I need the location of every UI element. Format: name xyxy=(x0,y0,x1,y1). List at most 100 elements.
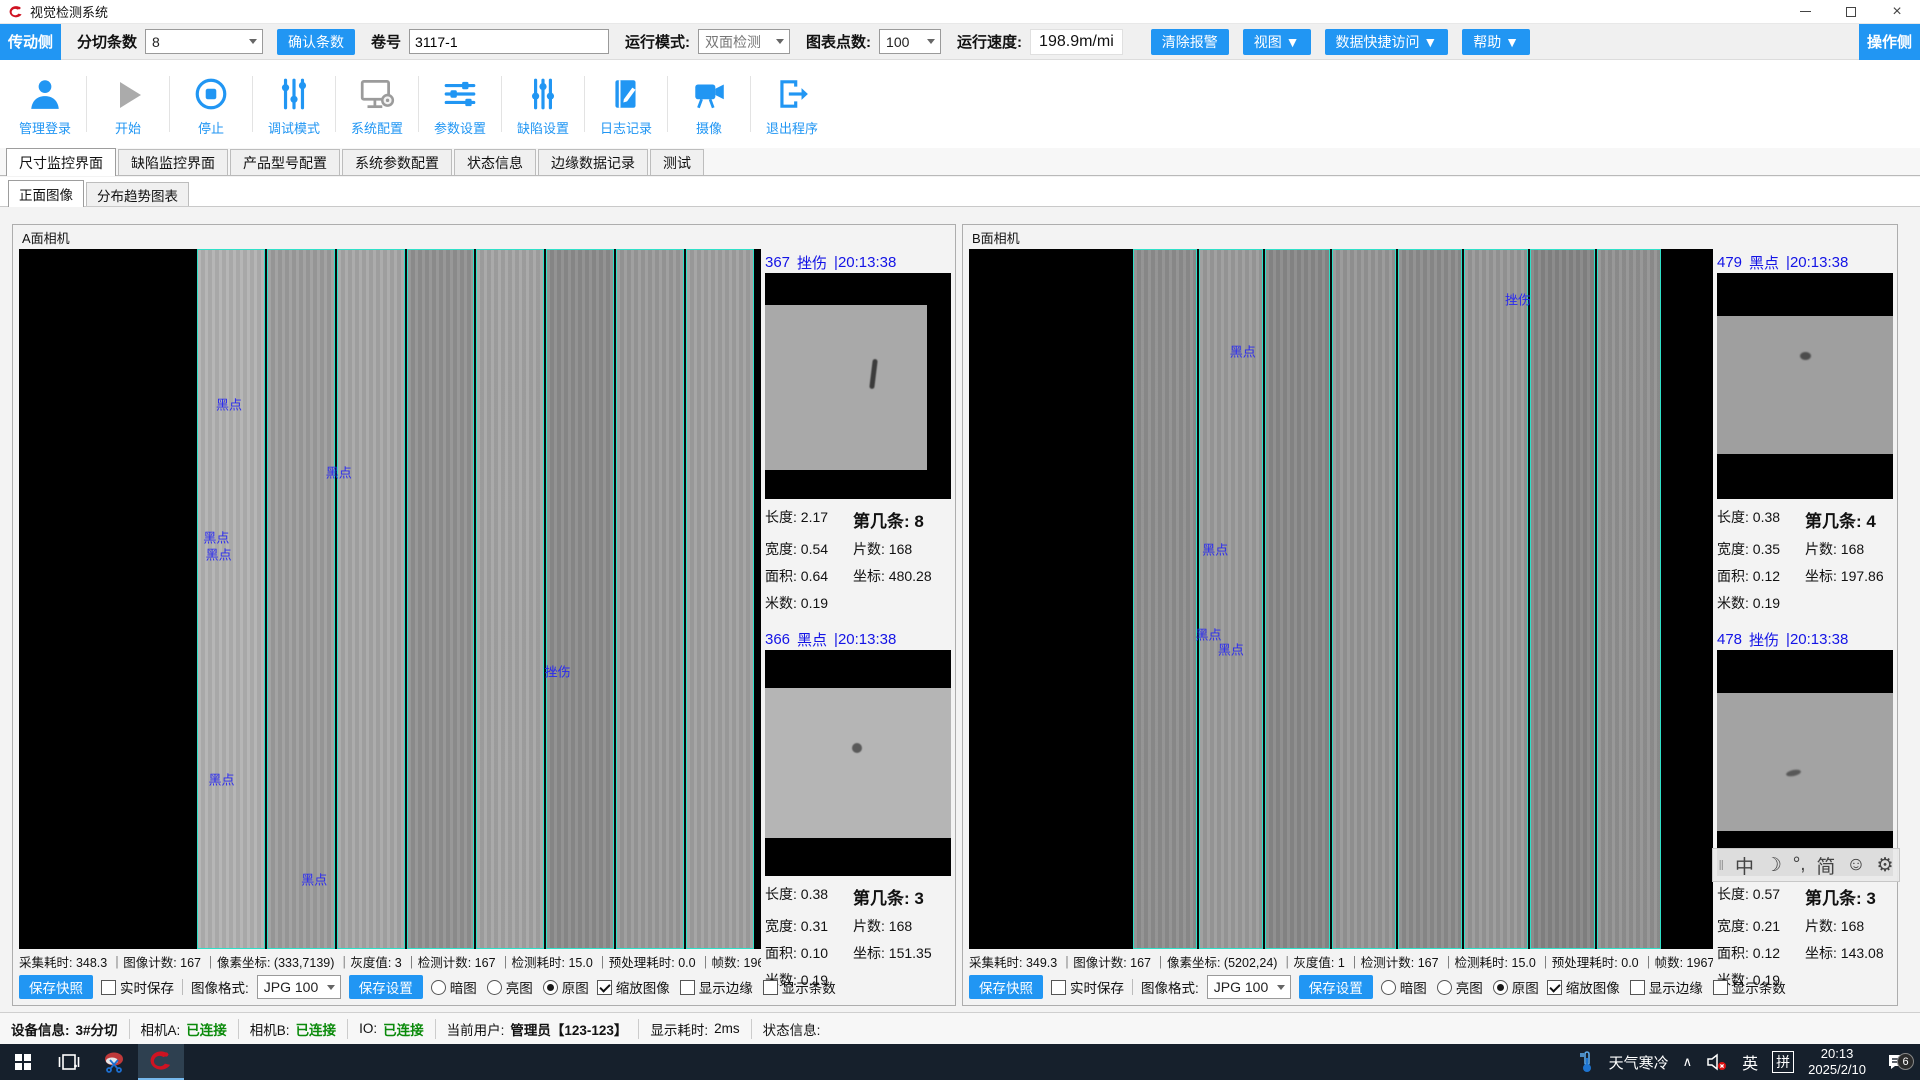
ime-fullmoon-icon[interactable]: ☽ xyxy=(1765,854,1782,877)
main-tab[interactable]: 状态信息 xyxy=(454,149,536,175)
start-button[interactable] xyxy=(0,1044,46,1080)
roll-number-input[interactable] xyxy=(409,29,609,54)
checkbox-option[interactable]: 显示边缘 xyxy=(1630,977,1703,997)
ime-toolbar[interactable]: ‖ 中 ☽ °, 简 ☺ ⚙ xyxy=(1712,848,1900,882)
save-snapshot-button[interactable]: 保存快照 xyxy=(19,975,93,999)
run-mode-select[interactable]: 双面检测 xyxy=(698,29,790,54)
stop-button[interactable]: 停止 xyxy=(170,66,252,142)
divider xyxy=(1132,979,1133,995)
radio-option[interactable]: 暗图 xyxy=(431,977,477,997)
checkbox-box xyxy=(680,980,695,995)
notification-center-button[interactable]: 6 xyxy=(1880,1052,1914,1072)
checkbox-option[interactable]: 显示条数 xyxy=(763,977,836,997)
log-record-button[interactable]: 日志记录 xyxy=(585,66,667,142)
ime-punctuation-toggle[interactable]: °, xyxy=(1793,854,1806,876)
volume-muted-icon[interactable] xyxy=(1706,1052,1728,1072)
thumbnail-material-area xyxy=(1717,316,1893,454)
defect-label-overlay: 黑点黑点黑点黑点挫伤黑点黑点 xyxy=(19,249,761,949)
clear-alarm-button[interactable]: 清除报警 xyxy=(1151,29,1229,55)
main-tab[interactable]: 测试 xyxy=(650,149,704,175)
slit-count-select[interactable]: 8 xyxy=(145,29,263,54)
defect-card[interactable]: 478 挫伤 |20:13:38 长度: 0.57 第几条: 3 宽度: 0.2… xyxy=(1717,628,1893,990)
defect-thumbnail[interactable] xyxy=(1717,273,1893,499)
chart-points-select[interactable]: 100 xyxy=(879,29,941,54)
start-button[interactable]: 开始 xyxy=(87,66,169,142)
defect-label-overlay: 挫伤黑点黑点黑点黑点 xyxy=(969,249,1713,949)
main-tab[interactable]: 缺陷监控界面 xyxy=(118,149,228,175)
defect-settings-button[interactable]: 缺陷设置 xyxy=(502,66,584,142)
realtime-save-checkbox[interactable]: 实时保存 xyxy=(101,977,174,997)
task-view-button[interactable] xyxy=(46,1044,92,1080)
ime-gear-icon[interactable]: ⚙ xyxy=(1876,854,1893,877)
defect-thumbnail[interactable] xyxy=(765,273,951,499)
run-speed-value: 198.9m/mi xyxy=(1030,29,1123,55)
ime-emoji-icon[interactable]: ☺ xyxy=(1846,854,1865,876)
ime-chinese-mode[interactable]: 中 xyxy=(1735,852,1754,879)
close-button[interactable]: × xyxy=(1874,0,1920,23)
checkbox-option[interactable]: 缩放图像 xyxy=(597,977,670,997)
hidden-icons-caret[interactable]: ∧ xyxy=(1683,1054,1693,1070)
capture-button[interactable]: 摄像 xyxy=(668,66,750,142)
debug-mode-button[interactable]: 调试模式 xyxy=(253,66,335,142)
save-settings-button[interactable]: 保存设置 xyxy=(349,975,423,999)
defect-thumbnail[interactable] xyxy=(765,650,951,876)
status-segment: 状态信息: xyxy=(752,1019,838,1039)
main-tab[interactable]: 尺寸监控界面 xyxy=(6,148,116,176)
sub-tab[interactable]: 正面图像 xyxy=(8,180,84,207)
weather-status[interactable]: 天气寒冷 xyxy=(1609,1052,1669,1073)
defect-card[interactable]: 366 黑点 |20:13:38 长度: 0.38 第几条: 3 宽度: 0.3… xyxy=(765,628,951,990)
snipping-app-button[interactable] xyxy=(92,1044,138,1080)
stop-icon xyxy=(193,72,229,112)
param-settings-button[interactable]: 参数设置 xyxy=(419,66,501,142)
radio-option[interactable]: 原图 xyxy=(543,977,589,997)
defect-thumbnail[interactable] xyxy=(1717,650,1893,876)
save-snapshot-button[interactable]: 保存快照 xyxy=(969,975,1043,999)
radio-option[interactable]: 原图 xyxy=(1493,977,1539,997)
camera-a-image-view[interactable]: 黑点黑点黑点黑点挫伤黑点黑点 xyxy=(19,249,761,949)
main-tab[interactable]: 产品型号配置 xyxy=(230,149,340,175)
realtime-save-checkbox[interactable]: 实时保存 xyxy=(1051,977,1124,997)
maximize-button[interactable] xyxy=(1828,0,1874,23)
stat-coordinate: 坐标: 151.35 xyxy=(853,943,951,963)
system-config-button[interactable]: 系统配置 xyxy=(336,66,418,142)
radio-option[interactable]: 暗图 xyxy=(1381,977,1427,997)
defect-card[interactable]: 367 挫伤 |20:13:38 长度: 2.17 第几条: 8 宽度: 0.5… xyxy=(765,251,951,613)
checkbox-option[interactable]: 显示条数 xyxy=(1713,977,1786,997)
image-mode-radios: 暗图亮图原图 xyxy=(431,977,589,997)
confirm-count-button[interactable]: 确认条数 xyxy=(277,29,355,55)
image-format-select[interactable]: JPG 100 xyxy=(1207,975,1291,999)
defect-card[interactable]: 479 黑点 |20:13:38 长度: 0.38 第几条: 4 宽度: 0.3… xyxy=(1717,251,1893,613)
ime-drag-handle[interactable]: ‖ xyxy=(1718,857,1724,873)
view-menu-button[interactable]: 视图 ▼ xyxy=(1243,29,1311,55)
main-tab-strip: 尺寸监控界面缺陷监控界面产品型号配置系统参数配置状态信息边缘数据记录测试 xyxy=(0,148,1920,176)
sub-tab[interactable]: 分布趋势图表 xyxy=(86,182,189,206)
thermometer-icon[interactable] xyxy=(1579,1050,1595,1074)
main-tab[interactable]: 系统参数配置 xyxy=(342,149,452,175)
stat-length: 长度: 2.17 xyxy=(765,507,853,532)
checkbox-box xyxy=(1051,980,1066,995)
defect-position-label: 黑点 xyxy=(209,769,235,788)
save-settings-button[interactable]: 保存设置 xyxy=(1299,975,1373,999)
vision-app-button[interactable] xyxy=(138,1044,184,1080)
taskbar-clock[interactable]: 20:13 2025/2/10 xyxy=(1808,1046,1866,1078)
radio-option[interactable]: 亮图 xyxy=(1437,977,1483,997)
defect-id: 479 xyxy=(1717,254,1742,271)
exit-program-button[interactable]: 退出程序 xyxy=(751,66,833,142)
data-quick-access-menu-button[interactable]: 数据快捷访问 ▼ xyxy=(1325,29,1449,55)
ime-simplified-toggle[interactable]: 简 xyxy=(1816,852,1835,879)
camera-b-image-view[interactable]: 挫伤黑点黑点黑点黑点 xyxy=(969,249,1713,949)
radio-option[interactable]: 亮图 xyxy=(487,977,533,997)
ime-mode-indicator[interactable]: 拼 xyxy=(1772,1051,1794,1073)
checkbox-option[interactable]: 缩放图像 xyxy=(1547,977,1620,997)
language-indicator[interactable]: 英 xyxy=(1742,1050,1758,1074)
main-tab[interactable]: 边缘数据记录 xyxy=(538,149,648,175)
minimize-button[interactable] xyxy=(1782,0,1828,23)
help-menu-button[interactable]: 帮助 ▼ xyxy=(1462,29,1530,55)
checkbox-option[interactable]: 显示边缘 xyxy=(680,977,753,997)
operate-side-button[interactable]: 操作侧 xyxy=(1859,24,1920,60)
drive-side-button[interactable]: 传动侧 xyxy=(0,24,61,60)
stat-length: 长度: 0.38 xyxy=(1717,507,1805,532)
image-format-select[interactable]: JPG 100 xyxy=(257,975,341,999)
admin-login-button[interactable]: 管理登录 xyxy=(4,66,86,142)
status-segment: 显示耗时: 2ms xyxy=(639,1019,751,1039)
